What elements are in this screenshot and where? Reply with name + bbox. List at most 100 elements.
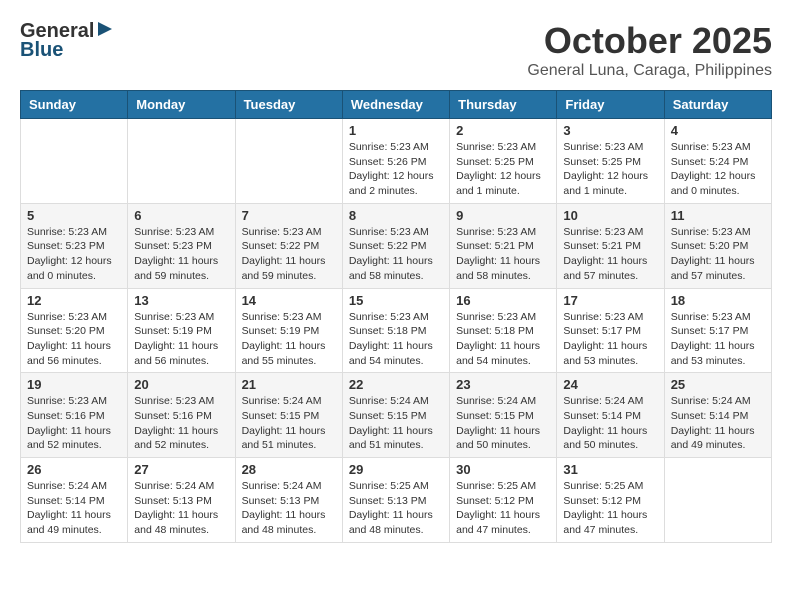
day-number: 12 bbox=[27, 293, 121, 308]
calendar-cell: 7 Sunrise: 5:23 AMSunset: 5:22 PMDaylight… bbox=[235, 203, 342, 288]
day-info: Sunrise: 5:23 AMSunset: 5:19 PMDaylight:… bbox=[134, 310, 228, 369]
calendar-cell bbox=[664, 458, 771, 543]
day-number: 11 bbox=[671, 208, 765, 223]
day-info: Sunrise: 5:23 AMSunset: 5:23 PMDaylight:… bbox=[27, 225, 121, 284]
calendar-cell: 21 Sunrise: 5:24 AMSunset: 5:15 PMDayligh… bbox=[235, 373, 342, 458]
day-number: 30 bbox=[456, 462, 550, 477]
day-number: 5 bbox=[27, 208, 121, 223]
calendar-cell: 1 Sunrise: 5:23 AMSunset: 5:26 PMDaylight… bbox=[342, 119, 449, 204]
calendar-cell: 27 Sunrise: 5:24 AMSunset: 5:13 PMDayligh… bbox=[128, 458, 235, 543]
day-number: 2 bbox=[456, 123, 550, 138]
day-number: 21 bbox=[242, 377, 336, 392]
day-number: 31 bbox=[563, 462, 657, 477]
day-info: Sunrise: 5:23 AMSunset: 5:16 PMDaylight:… bbox=[27, 394, 121, 453]
calendar-cell: 5 Sunrise: 5:23 AMSunset: 5:23 PMDaylight… bbox=[21, 203, 128, 288]
calendar-week-row: 26Sunrise: 5:24 AMSunset: 5:14 PMDayligh… bbox=[21, 458, 772, 543]
calendar-cell: 11 Sunrise: 5:23 AMSunset: 5:20 PMDayligh… bbox=[664, 203, 771, 288]
day-info: Sunrise: 5:23 AMSunset: 5:18 PMDaylight:… bbox=[349, 310, 443, 369]
calendar-table: SundayMondayTuesdayWednesdayThursdayFrid… bbox=[20, 90, 772, 543]
day-number: 10 bbox=[563, 208, 657, 223]
day-info: Sunrise: 5:24 AMSunset: 5:14 PMDaylight:… bbox=[563, 394, 657, 453]
weekday-header-monday: Monday bbox=[128, 91, 235, 119]
day-info: Sunrise: 5:23 AMSunset: 5:26 PMDaylight:… bbox=[349, 140, 443, 199]
calendar-cell bbox=[235, 119, 342, 204]
calendar-week-row: 19 Sunrise: 5:23 AMSunset: 5:16 PMDayligh… bbox=[21, 373, 772, 458]
logo-blue-text: Blue bbox=[20, 39, 63, 62]
day-info: Sunrise: 5:23 AMSunset: 5:22 PMDaylight:… bbox=[349, 225, 443, 284]
day-number: 22 bbox=[349, 377, 443, 392]
day-info: Sunrise: 5:25 AMSunset: 5:12 PMDaylight:… bbox=[456, 479, 550, 538]
day-number: 4 bbox=[671, 123, 765, 138]
calendar-cell: 10 Sunrise: 5:23 AMSunset: 5:21 PMDayligh… bbox=[557, 203, 664, 288]
logo: General Blue bbox=[20, 20, 116, 62]
day-number: 14 bbox=[242, 293, 336, 308]
day-info: Sunrise: 5:24 AMSunset: 5:14 PMDaylight:… bbox=[671, 394, 765, 453]
calendar-cell: 14 Sunrise: 5:23 AMSunset: 5:19 PMDayligh… bbox=[235, 288, 342, 373]
calendar-cell: 3 Sunrise: 5:23 AMSunset: 5:25 PMDaylight… bbox=[557, 119, 664, 204]
calendar-week-row: 1 Sunrise: 5:23 AMSunset: 5:26 PMDaylight… bbox=[21, 119, 772, 204]
day-number: 27 bbox=[134, 462, 228, 477]
weekday-header-sunday: Sunday bbox=[21, 91, 128, 119]
weekday-header-wednesday: Wednesday bbox=[342, 91, 449, 119]
day-info: Sunrise: 5:23 AMSunset: 5:18 PMDaylight:… bbox=[456, 310, 550, 369]
day-info: Sunrise: 5:23 AMSunset: 5:25 PMDaylight:… bbox=[563, 140, 657, 199]
day-info: Sunrise: 5:23 AMSunset: 5:20 PMDaylight:… bbox=[671, 225, 765, 284]
day-number: 9 bbox=[456, 208, 550, 223]
calendar-cell: 30 Sunrise: 5:25 AMSunset: 5:12 PMDayligh… bbox=[450, 458, 557, 543]
calendar-cell: 22 Sunrise: 5:24 AMSunset: 5:15 PMDayligh… bbox=[342, 373, 449, 458]
calendar-cell: 12Sunrise: 5:23 AMSunset: 5:20 PMDayligh… bbox=[21, 288, 128, 373]
day-info: Sunrise: 5:23 AMSunset: 5:23 PMDaylight:… bbox=[134, 225, 228, 284]
day-info: Sunrise: 5:23 AMSunset: 5:16 PMDaylight:… bbox=[134, 394, 228, 453]
day-info: Sunrise: 5:24 AMSunset: 5:15 PMDaylight:… bbox=[456, 394, 550, 453]
day-number: 24 bbox=[563, 377, 657, 392]
day-number: 20 bbox=[134, 377, 228, 392]
day-number: 25 bbox=[671, 377, 765, 392]
weekday-header-tuesday: Tuesday bbox=[235, 91, 342, 119]
weekday-header-friday: Friday bbox=[557, 91, 664, 119]
calendar-cell: 29 Sunrise: 5:25 AMSunset: 5:13 PMDayligh… bbox=[342, 458, 449, 543]
day-info: Sunrise: 5:25 AMSunset: 5:13 PMDaylight:… bbox=[349, 479, 443, 538]
day-info: Sunrise: 5:24 AMSunset: 5:14 PMDaylight:… bbox=[27, 479, 121, 538]
calendar-cell: 31Sunrise: 5:25 AMSunset: 5:12 PMDayligh… bbox=[557, 458, 664, 543]
day-info: Sunrise: 5:24 AMSunset: 5:13 PMDaylight:… bbox=[134, 479, 228, 538]
calendar-cell: 16Sunrise: 5:23 AMSunset: 5:18 PMDayligh… bbox=[450, 288, 557, 373]
day-info: Sunrise: 5:23 AMSunset: 5:24 PMDaylight:… bbox=[671, 140, 765, 199]
title-section: October 2025 General Luna, Caraga, Phili… bbox=[527, 20, 772, 80]
day-info: Sunrise: 5:24 AMSunset: 5:15 PMDaylight:… bbox=[242, 394, 336, 453]
day-info: Sunrise: 5:23 AMSunset: 5:19 PMDaylight:… bbox=[242, 310, 336, 369]
calendar-cell: 13Sunrise: 5:23 AMSunset: 5:19 PMDayligh… bbox=[128, 288, 235, 373]
month-title: October 2025 bbox=[527, 20, 772, 62]
calendar-cell: 9 Sunrise: 5:23 AMSunset: 5:21 PMDaylight… bbox=[450, 203, 557, 288]
day-number: 19 bbox=[27, 377, 121, 392]
calendar-week-row: 12Sunrise: 5:23 AMSunset: 5:20 PMDayligh… bbox=[21, 288, 772, 373]
day-number: 8 bbox=[349, 208, 443, 223]
day-number: 23 bbox=[456, 377, 550, 392]
day-info: Sunrise: 5:23 AMSunset: 5:22 PMDaylight:… bbox=[242, 225, 336, 284]
calendar-cell: 25 Sunrise: 5:24 AMSunset: 5:14 PMDayligh… bbox=[664, 373, 771, 458]
day-number: 15 bbox=[349, 293, 443, 308]
logo-icon bbox=[98, 20, 116, 38]
day-info: Sunrise: 5:23 AMSunset: 5:21 PMDaylight:… bbox=[456, 225, 550, 284]
calendar-cell bbox=[128, 119, 235, 204]
calendar-cell: 24 Sunrise: 5:24 AMSunset: 5:14 PMDayligh… bbox=[557, 373, 664, 458]
day-info: Sunrise: 5:23 AMSunset: 5:17 PMDaylight:… bbox=[671, 310, 765, 369]
day-info: Sunrise: 5:23 AMSunset: 5:21 PMDaylight:… bbox=[563, 225, 657, 284]
calendar-cell: 8 Sunrise: 5:23 AMSunset: 5:22 PMDaylight… bbox=[342, 203, 449, 288]
day-number: 29 bbox=[349, 462, 443, 477]
calendar-cell: 26Sunrise: 5:24 AMSunset: 5:14 PMDayligh… bbox=[21, 458, 128, 543]
calendar-cell: 19 Sunrise: 5:23 AMSunset: 5:16 PMDayligh… bbox=[21, 373, 128, 458]
day-info: Sunrise: 5:24 AMSunset: 5:15 PMDaylight:… bbox=[349, 394, 443, 453]
day-number: 3 bbox=[563, 123, 657, 138]
calendar-cell: 20 Sunrise: 5:23 AMSunset: 5:16 PMDayligh… bbox=[128, 373, 235, 458]
day-info: Sunrise: 5:23 AMSunset: 5:25 PMDaylight:… bbox=[456, 140, 550, 199]
location: General Luna, Caraga, Philippines bbox=[527, 62, 772, 80]
calendar-cell: 6Sunrise: 5:23 AMSunset: 5:23 PMDaylight… bbox=[128, 203, 235, 288]
day-number: 7 bbox=[242, 208, 336, 223]
calendar-cell bbox=[21, 119, 128, 204]
calendar-cell: 28Sunrise: 5:24 AMSunset: 5:13 PMDayligh… bbox=[235, 458, 342, 543]
day-number: 28 bbox=[242, 462, 336, 477]
calendar-cell: 4 Sunrise: 5:23 AMSunset: 5:24 PMDaylight… bbox=[664, 119, 771, 204]
day-number: 17 bbox=[563, 293, 657, 308]
calendar-cell: 23 Sunrise: 5:24 AMSunset: 5:15 PMDayligh… bbox=[450, 373, 557, 458]
day-number: 1 bbox=[349, 123, 443, 138]
